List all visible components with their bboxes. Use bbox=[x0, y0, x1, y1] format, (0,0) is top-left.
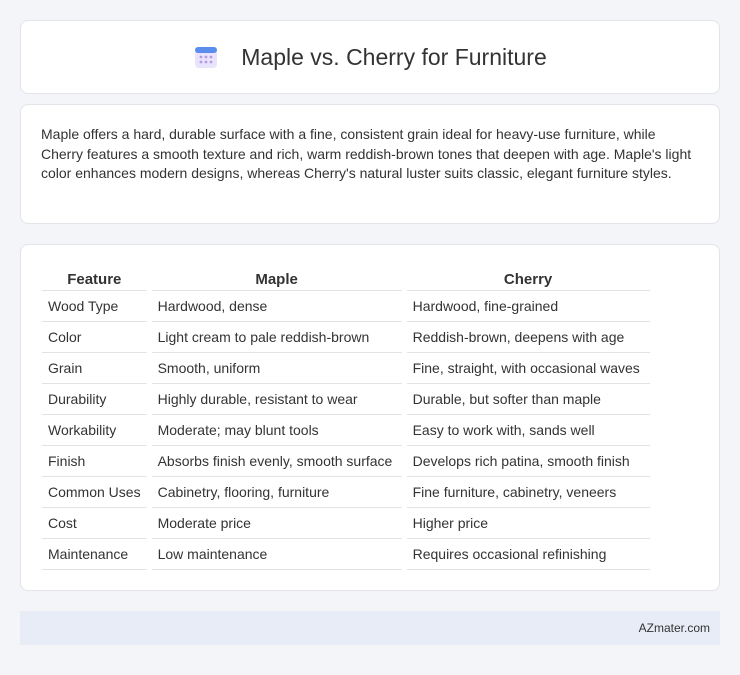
footer: AZmater.com bbox=[20, 611, 720, 645]
table-row: Durability Highly durable, resistant to w… bbox=[42, 384, 650, 415]
comparison-table: Feature Maple Cherry Wood Type Hardwood, … bbox=[37, 265, 655, 570]
title-card: Maple vs. Cherry for Furniture bbox=[20, 20, 720, 94]
feature-cell: Finish bbox=[42, 446, 147, 477]
table-row: Workability Moderate; may blunt tools Easy… bbox=[42, 415, 650, 446]
feature-cell: Workability bbox=[42, 415, 147, 446]
feature-cell: Common Uses bbox=[42, 477, 147, 508]
intro-card: Maple offers a hard, durable surface wit… bbox=[20, 104, 720, 224]
cherry-cell: Develops rich patina, smooth finish bbox=[406, 446, 650, 477]
header-cherry: Cherry bbox=[406, 265, 650, 291]
table-row: Maintenance Low maintenance Requires occas… bbox=[42, 539, 650, 570]
cherry-cell: Reddish-brown, deepens with age bbox=[406, 322, 650, 353]
maple-cell: Moderate price bbox=[151, 508, 402, 539]
maple-cell: Hardwood, dense bbox=[151, 291, 402, 322]
maple-cell: Light cream to pale reddish-brown bbox=[151, 322, 402, 353]
maple-cell: Cabinetry, flooring, furniture bbox=[151, 477, 402, 508]
feature-cell: Maintenance bbox=[42, 539, 147, 570]
maple-cell: Absorbs finish evenly, smooth surface bbox=[151, 446, 402, 477]
cherry-cell: Fine, straight, with occasional waves bbox=[406, 353, 650, 384]
cherry-cell: Hardwood, fine-grained bbox=[406, 291, 650, 322]
cherry-cell: Fine furniture, cabinetry, veneers bbox=[406, 477, 650, 508]
table-row: Finish Absorbs finish evenly, smooth surf… bbox=[42, 446, 650, 477]
table-row: Wood Type Hardwood, dense Hardwood, fine-g… bbox=[42, 291, 650, 322]
cherry-cell: Easy to work with, sands well bbox=[406, 415, 650, 446]
cherry-cell: Higher price bbox=[406, 508, 650, 539]
feature-cell: Color bbox=[42, 322, 147, 353]
header-maple: Maple bbox=[151, 265, 402, 291]
maple-cell: Low maintenance bbox=[151, 539, 402, 570]
table-row: Cost Moderate price Higher price bbox=[42, 508, 650, 539]
calendar-icon bbox=[195, 47, 218, 68]
footer-text: AZmater.com bbox=[638, 621, 710, 635]
page-title-text: Maple vs. Cherry for Furniture bbox=[241, 43, 547, 70]
cherry-cell: Durable, but softer than maple bbox=[406, 384, 650, 415]
feature-cell: Wood Type bbox=[42, 291, 147, 322]
header-feature: Feature bbox=[42, 265, 147, 291]
feature-cell: Cost bbox=[42, 508, 147, 539]
maple-cell: Smooth, uniform bbox=[151, 353, 402, 384]
page-title: Maple vs. Cherry for Furniture bbox=[193, 43, 547, 71]
table-body: Wood Type Hardwood, dense Hardwood, fine-g… bbox=[42, 291, 650, 570]
cherry-cell: Requires occasional refinishing bbox=[406, 539, 650, 570]
maple-cell: Moderate; may blunt tools bbox=[151, 415, 402, 446]
table-row: Color Light cream to pale reddish-brown Re… bbox=[42, 322, 650, 353]
table-row: Common Uses Cabinetry, flooring, furnitur… bbox=[42, 477, 650, 508]
comparison-table-card: Feature Maple Cherry Wood Type Hardwood, … bbox=[20, 244, 720, 591]
table-row: Grain Smooth, uniform Fine, straight, with… bbox=[42, 353, 650, 384]
feature-cell: Durability bbox=[42, 384, 147, 415]
maple-cell: Highly durable, resistant to wear bbox=[151, 384, 402, 415]
intro-text: Maple offers a hard, durable surface wit… bbox=[41, 126, 692, 181]
feature-cell: Grain bbox=[42, 353, 147, 384]
table-header-row: Feature Maple Cherry bbox=[42, 265, 650, 291]
